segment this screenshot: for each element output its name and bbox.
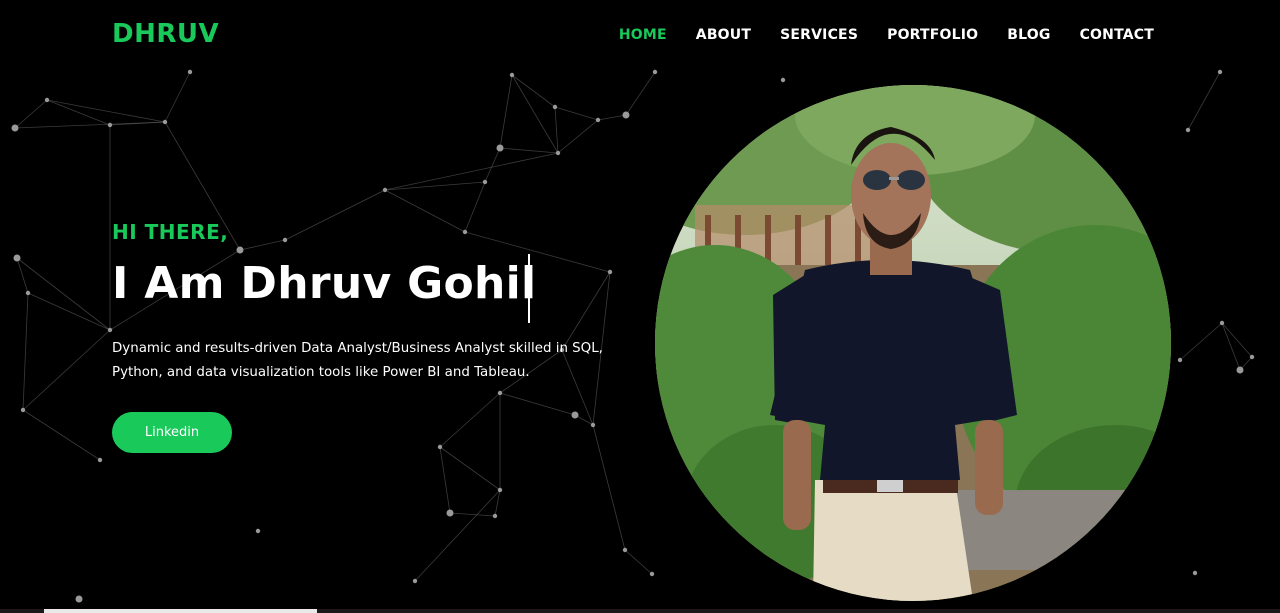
network-node — [607, 269, 613, 275]
network-node — [437, 444, 443, 450]
network-node — [1236, 366, 1244, 374]
network-line — [414, 489, 501, 582]
network-line — [554, 106, 559, 154]
network-node — [25, 290, 31, 296]
network-node — [44, 97, 50, 103]
network-node — [13, 254, 21, 262]
nav-blog[interactable]: BLOG — [1007, 27, 1050, 43]
nav-contact[interactable]: CONTACT — [1080, 27, 1154, 43]
network-node — [497, 390, 503, 396]
network-node — [1249, 354, 1255, 360]
network-line — [14, 99, 48, 129]
network-node — [75, 595, 83, 603]
network-line — [1221, 322, 1241, 371]
network-line — [46, 99, 111, 126]
network-node — [282, 237, 288, 243]
network-node — [1219, 320, 1225, 326]
network-line — [439, 392, 501, 448]
nav-home[interactable]: HOME — [619, 27, 667, 43]
site-logo[interactable]: DHRUV — [112, 19, 219, 49]
network-line — [164, 71, 191, 123]
network-line — [499, 74, 513, 149]
network-node — [11, 124, 19, 132]
network-line — [511, 74, 559, 154]
network-line — [46, 99, 166, 123]
network-line — [592, 424, 626, 551]
nav-portfolio[interactable]: PORTFOLIO — [887, 27, 978, 43]
network-node — [20, 407, 26, 413]
network-line — [439, 446, 501, 491]
network-node — [590, 422, 596, 428]
network-node — [446, 509, 454, 517]
network-line — [554, 106, 599, 121]
network-node — [552, 104, 558, 110]
network-node — [595, 117, 601, 123]
profile-photo — [655, 85, 1171, 601]
network-line — [464, 181, 486, 233]
network-node — [482, 179, 488, 185]
main-nav: HOME ABOUT SERVICES PORTFOLIO BLOG CONTA… — [619, 27, 1154, 43]
network-node — [652, 69, 658, 75]
network-node — [1192, 570, 1198, 576]
network-line — [1221, 322, 1253, 358]
network-node — [107, 122, 113, 128]
network-line — [449, 512, 496, 517]
nav-services[interactable]: SERVICES — [780, 27, 858, 43]
network-node — [622, 111, 630, 119]
network-line — [499, 392, 576, 416]
linkedin-button[interactable]: Linkedin — [112, 412, 232, 453]
typing-cursor — [528, 254, 530, 323]
nav-about[interactable]: ABOUT — [696, 27, 751, 43]
network-node — [412, 578, 418, 584]
network-node — [649, 571, 655, 577]
network-node — [1217, 69, 1223, 75]
network-line — [14, 121, 166, 129]
network-node — [97, 457, 103, 463]
network-node — [555, 150, 561, 156]
network-line — [384, 152, 559, 191]
network-line — [1187, 71, 1221, 131]
network-line — [22, 292, 29, 411]
hero-description: Dynamic and results-driven Data Analyst/… — [112, 341, 603, 380]
network-line — [1179, 322, 1223, 361]
network-node — [497, 487, 503, 493]
hero-greeting: HI THERE, — [112, 220, 229, 244]
network-line — [557, 119, 599, 154]
network-line — [384, 189, 466, 233]
network-line — [16, 257, 29, 294]
network-node — [236, 246, 244, 254]
network-node — [107, 327, 113, 333]
network-node — [571, 411, 579, 419]
network-line — [511, 74, 556, 108]
network-line — [499, 147, 559, 154]
hero-headline: I Am Dhruv Gohil — [112, 258, 537, 309]
network-line — [239, 239, 286, 251]
network-node — [1177, 357, 1183, 363]
network-node — [255, 528, 261, 534]
network-line — [624, 549, 653, 575]
network-node — [622, 547, 628, 553]
network-line — [494, 489, 501, 517]
scrollbar-thumb[interactable] — [44, 609, 317, 613]
network-node — [780, 77, 786, 83]
network-line — [384, 181, 486, 191]
network-node — [187, 69, 193, 75]
network-node — [382, 187, 388, 193]
network-node — [496, 144, 504, 152]
network-line — [439, 446, 451, 514]
network-node — [492, 513, 498, 519]
network-node — [162, 119, 168, 125]
network-line — [597, 114, 627, 121]
network-line — [484, 147, 501, 183]
network-node — [509, 72, 515, 78]
network-line — [625, 71, 656, 116]
network-node — [1185, 127, 1191, 133]
network-line — [22, 409, 101, 461]
network-line — [22, 329, 111, 411]
network-node — [462, 229, 468, 235]
network-line — [284, 189, 386, 241]
